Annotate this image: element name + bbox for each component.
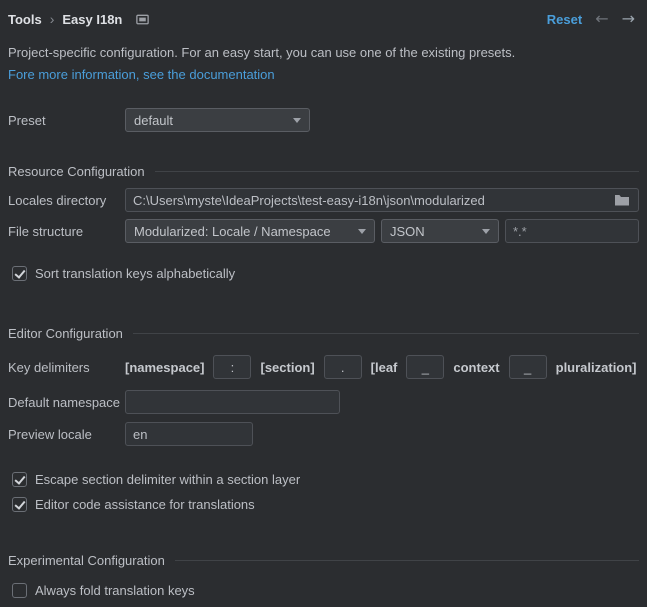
section-token: [section] — [260, 360, 314, 375]
key-delimiters-fields: [namespace] [section] [leaf context plur… — [125, 355, 637, 379]
preview-locale-label: Preview locale — [8, 427, 125, 442]
preview-locale-input[interactable] — [125, 422, 253, 446]
default-namespace-label: Default namespace — [8, 395, 125, 410]
file-structure-row: File structure Modularized: Locale / Nam… — [8, 219, 639, 243]
escape-delimiter-checkbox-row[interactable]: Escape section delimiter within a sectio… — [12, 470, 639, 488]
breadcrumb: Tools › Easy I18n — [8, 12, 150, 27]
resource-configuration-section: Resource Configuration — [8, 164, 639, 179]
breadcrumb-tools[interactable]: Tools — [8, 12, 42, 27]
code-assistance-checkbox-row[interactable]: Editor code assistance for translations — [12, 495, 639, 513]
leaf-token: [leaf — [371, 360, 398, 375]
file-format-selected-value: JSON — [390, 224, 425, 239]
preset-label: Preset — [8, 113, 125, 128]
page-description: Project-specific configuration. For an e… — [8, 45, 639, 60]
plural-delimiter-input[interactable] — [509, 355, 547, 379]
pluralization-token: pluralization] — [556, 360, 637, 375]
resource-section-title: Resource Configuration — [8, 164, 145, 179]
file-structure-label: File structure — [8, 224, 125, 239]
escape-delimiter-label: Escape section delimiter within a sectio… — [35, 472, 300, 487]
code-assistance-checkbox[interactable] — [12, 497, 27, 512]
section-divider — [155, 171, 639, 172]
chevron-down-icon — [358, 229, 366, 234]
plugin-window-icon — [135, 12, 150, 27]
breadcrumb-separator-icon: › — [50, 12, 55, 26]
chevron-down-icon — [482, 229, 490, 234]
locales-directory-row: Locales directory — [8, 188, 639, 212]
editor-section-title: Editor Configuration — [8, 326, 123, 341]
header-actions: Reset ← → — [547, 11, 639, 27]
chevron-down-icon — [293, 118, 301, 123]
file-structure-selected-value: Modularized: Locale / Namespace — [134, 224, 331, 239]
locales-directory-input[interactable] — [126, 189, 612, 211]
sort-keys-label: Sort translation keys alphabetically — [35, 266, 235, 281]
preset-selected-value: default — [134, 113, 173, 128]
locales-directory-field — [125, 188, 639, 212]
fold-keys-checkbox-row[interactable]: Always fold translation keys — [12, 581, 639, 599]
fold-keys-label: Always fold translation keys — [35, 583, 195, 598]
context-delimiter-input[interactable] — [406, 355, 444, 379]
preview-locale-row: Preview locale — [8, 422, 639, 446]
sort-keys-checkbox[interactable] — [12, 266, 27, 281]
reset-button[interactable]: Reset — [547, 12, 582, 27]
file-format-select[interactable]: JSON — [381, 219, 499, 243]
easy-i18n-settings-page: Tools › Easy I18n Reset ← → Project-spec… — [0, 0, 647, 607]
sort-keys-checkbox-row[interactable]: Sort translation keys alphabetically — [12, 264, 639, 282]
locales-directory-label: Locales directory — [8, 193, 125, 208]
breadcrumb-easy-i18n: Easy I18n — [62, 12, 122, 27]
documentation-link[interactable]: Fore more information, see the documenta… — [8, 67, 275, 82]
file-structure-select[interactable]: Modularized: Locale / Namespace — [125, 219, 375, 243]
escape-delimiter-checkbox[interactable] — [12, 472, 27, 487]
file-pattern-input[interactable] — [505, 219, 639, 243]
preset-select[interactable]: default — [125, 108, 310, 132]
experimental-configuration-section: Experimental Configuration — [8, 553, 639, 568]
settings-header: Tools › Easy I18n Reset ← → — [8, 10, 639, 28]
context-token: context — [453, 360, 499, 375]
namespace-delimiter-input[interactable] — [213, 355, 251, 379]
default-namespace-input[interactable] — [125, 390, 340, 414]
browse-folder-icon[interactable] — [612, 193, 632, 207]
key-delimiters-label: Key delimiters — [8, 360, 125, 375]
forward-arrow-icon[interactable]: → — [622, 11, 635, 27]
preset-row: Preset default — [8, 108, 639, 132]
editor-configuration-section: Editor Configuration — [8, 326, 639, 341]
section-divider — [175, 560, 639, 561]
section-divider — [133, 333, 639, 334]
default-namespace-row: Default namespace — [8, 390, 639, 414]
key-delimiters-row: Key delimiters [namespace] [section] [le… — [8, 355, 639, 379]
namespace-token: [namespace] — [125, 360, 204, 375]
experimental-section-title: Experimental Configuration — [8, 553, 165, 568]
code-assistance-label: Editor code assistance for translations — [35, 497, 255, 512]
section-delimiter-input[interactable] — [324, 355, 362, 379]
back-arrow-icon[interactable]: ← — [595, 11, 608, 27]
fold-keys-checkbox[interactable] — [12, 583, 27, 598]
